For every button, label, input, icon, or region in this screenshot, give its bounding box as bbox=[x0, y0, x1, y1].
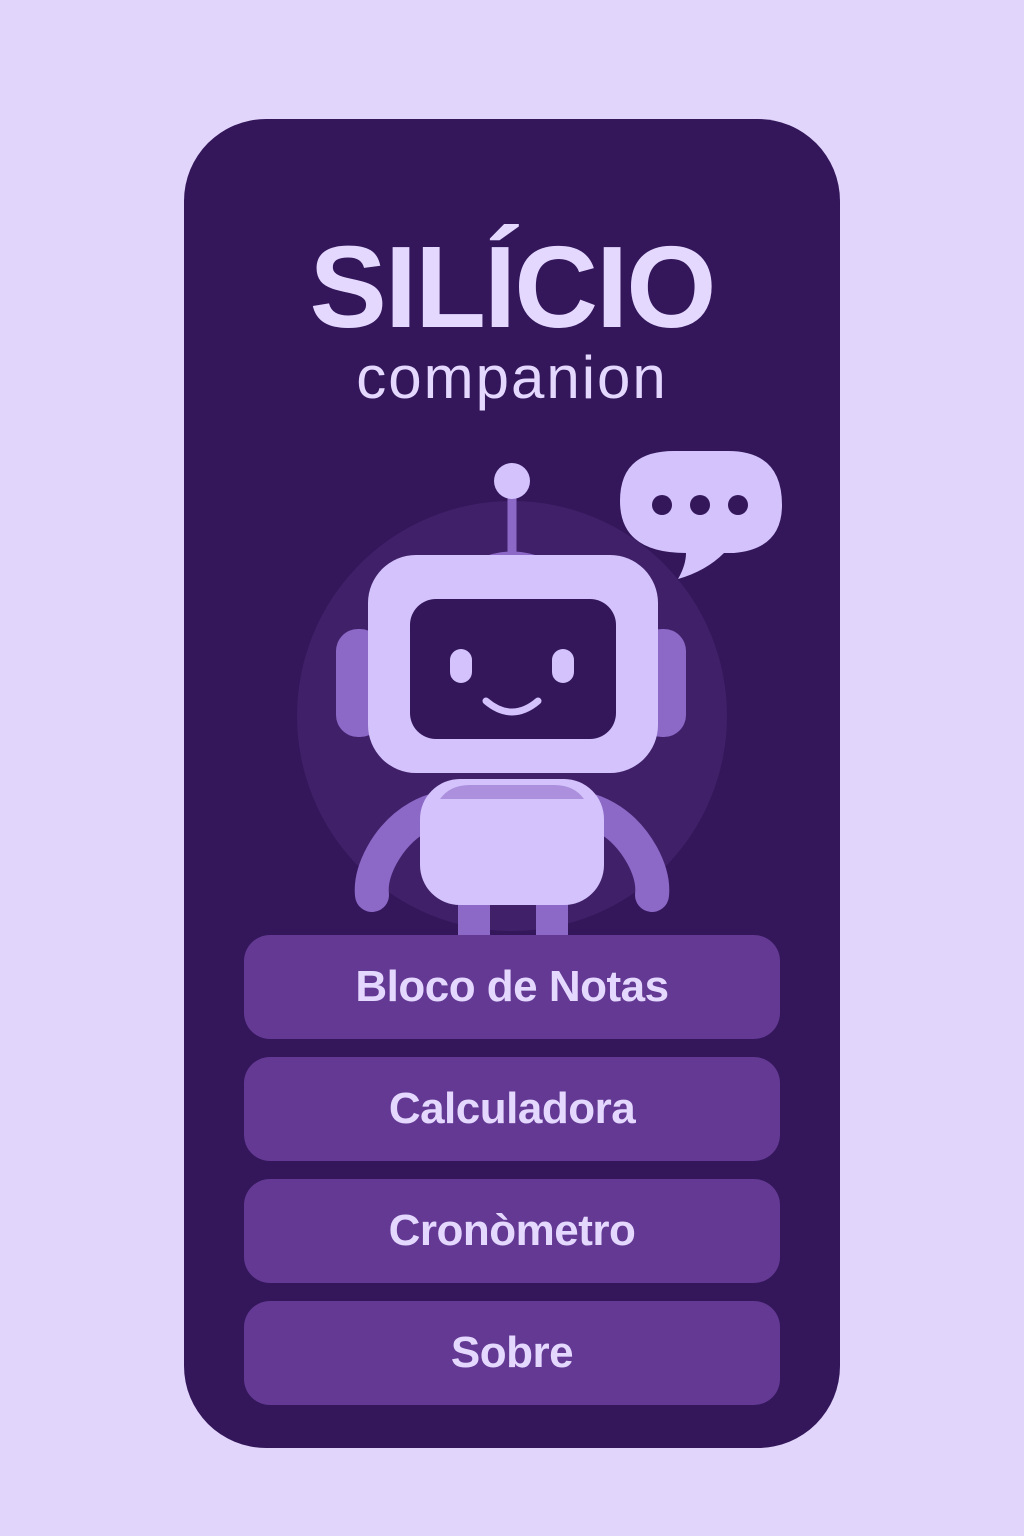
menu-button-stopwatch[interactable]: Cronòmetro bbox=[244, 1179, 780, 1283]
menu-button-calculator[interactable]: Calculadora bbox=[244, 1057, 780, 1161]
menu-button-label: Calculadora bbox=[388, 1084, 636, 1133]
app-subtitle: companion bbox=[356, 344, 668, 411]
robot-face-screen bbox=[410, 599, 616, 739]
menu-button-label: Sobre bbox=[450, 1328, 574, 1377]
app-screen: SILÍCIO companion Bloco de Notas Calcula… bbox=[184, 119, 840, 1448]
main-menu: Bloco de Notas Calculadora Cronòmetro So… bbox=[244, 935, 780, 1405]
menu-button-label: Bloco de Notas bbox=[355, 962, 669, 1011]
menu-button-label: Cronòmetro bbox=[388, 1206, 636, 1255]
robot-mascot bbox=[297, 451, 782, 939]
menu-button-about[interactable]: Sobre bbox=[244, 1301, 780, 1405]
app-title: SILÍCIO bbox=[309, 222, 717, 352]
robot-right-eye bbox=[552, 649, 574, 683]
robot-left-eye bbox=[450, 649, 472, 683]
menu-button-notepad[interactable]: Bloco de Notas bbox=[244, 935, 780, 1039]
